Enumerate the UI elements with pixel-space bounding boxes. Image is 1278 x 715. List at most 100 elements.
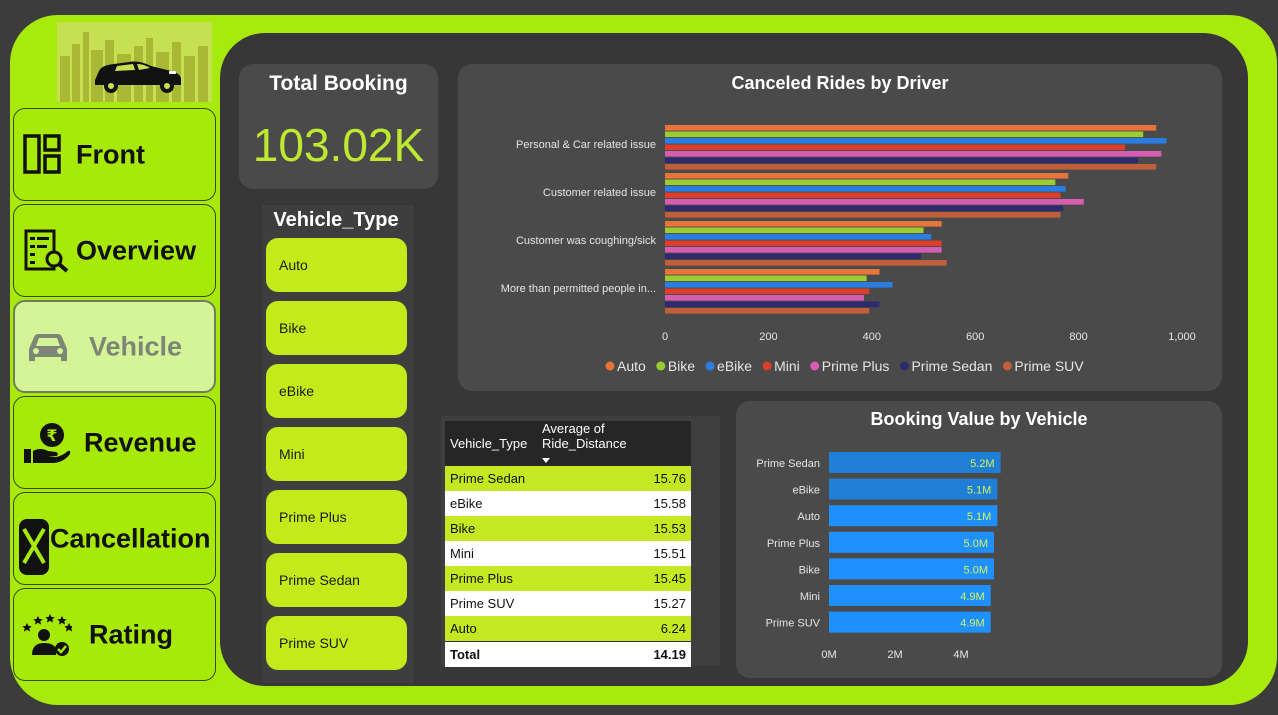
svg-text:₹: ₹ (46, 428, 57, 445)
category-label: Customer was coughing/sick (516, 235, 657, 247)
sort-descending-icon (542, 458, 550, 463)
bar (665, 157, 1139, 164)
table-row: Prime SUV 15.27 (445, 591, 691, 616)
slicer-option-auto[interactable]: Auto (266, 238, 407, 292)
bar (665, 138, 1167, 144)
slicer-option-ebike[interactable]: eBike (266, 364, 407, 418)
table-cell-distance: 15.76 (537, 466, 691, 491)
legend-label: Mini (774, 358, 800, 374)
bar (665, 192, 1061, 199)
nav-vehicle[interactable]: Vehicle (13, 300, 216, 393)
x-tick-label: 2M (887, 649, 902, 661)
nav-overview[interactable]: Overview (13, 204, 216, 297)
category-label: Mini (800, 591, 820, 603)
nav-revenue-label: Revenue (84, 427, 197, 457)
legend-label: Bike (668, 358, 695, 374)
nav-rating[interactable]: Rating (13, 588, 216, 681)
table-cell-distance: 15.53 (537, 516, 691, 541)
bar (665, 164, 1157, 170)
table-row: Prime Sedan 15.76 (445, 466, 691, 491)
bar (665, 212, 1061, 218)
legend-marker (705, 361, 715, 371)
rupee-hand-icon: ₹ (22, 421, 72, 465)
bar (665, 131, 1144, 138)
bar (665, 308, 870, 314)
data-label: 5.0M (964, 538, 988, 550)
table-total-label: Total (445, 641, 537, 667)
slicer-option-bike[interactable]: Bike (266, 301, 407, 355)
bar (665, 144, 1126, 151)
category-label: Prime SUV (766, 618, 821, 630)
legend-label: Auto (617, 358, 646, 374)
nav-rating-label: Rating (89, 619, 173, 649)
table-row: Bike 15.53 (445, 516, 691, 541)
legend-marker (762, 361, 772, 371)
dashboard-layout-icon (22, 133, 72, 177)
table-cell-vehicle: eBike (445, 491, 537, 516)
x-tick-label: 800 (1069, 331, 1087, 343)
bar (665, 125, 1157, 131)
bar (665, 240, 942, 247)
slicer-option-mini[interactable]: Mini (266, 427, 407, 481)
bar (665, 275, 867, 282)
booking-value-chart: Prime Sedan 5.2M eBike 5.1M Auto 5.1M Prime Pl… (756, 452, 1001, 661)
column-header-vehicle-type[interactable]: Vehicle_Type (445, 421, 537, 466)
table-cell-vehicle: Mini (445, 541, 537, 566)
bar (665, 253, 921, 260)
slicer-option-prime-sedan[interactable]: Prime Sedan (266, 553, 407, 607)
legend-label: eBike (717, 358, 752, 374)
nav-revenue[interactable]: ₹ Revenue (13, 396, 216, 489)
legend-marker (899, 361, 909, 371)
car-icon (23, 325, 73, 369)
slicer-title: Vehicle_Type (273, 209, 399, 231)
data-label: 4.9M (960, 591, 984, 603)
column-header-avg-distance[interactable]: Average of Ride_Distance (537, 421, 691, 466)
x-tick-label: 200 (759, 331, 777, 343)
bar (665, 151, 1162, 157)
table-cell-distance: 15.51 (537, 541, 691, 566)
nav-cancellation-label: Cancellation (50, 523, 211, 553)
city-car-logo-icon (60, 32, 208, 102)
kpi-title: Total Booking (269, 72, 408, 95)
nav-front[interactable]: Front (13, 108, 216, 201)
bar (665, 301, 880, 308)
x-tick-label: 0M (821, 649, 836, 661)
bar (665, 234, 932, 240)
bar (665, 227, 924, 234)
table-header-row: Vehicle_Type Average of Ride_Distance (445, 421, 691, 466)
x-tick-label: 400 (863, 331, 881, 343)
bar (665, 199, 1084, 205)
bar (665, 221, 942, 227)
category-label: Bike (799, 564, 820, 576)
nav-vehicle-label: Vehicle (89, 331, 183, 361)
nav-front-label: Front (76, 139, 145, 169)
data-label: 5.1M (967, 511, 991, 523)
x-tick-label: 600 (966, 331, 984, 343)
x-tick-label: 4M (953, 649, 968, 661)
total-booking-card: Total Booking 103.02K (239, 64, 438, 189)
table-row: eBike 15.58 (445, 491, 691, 516)
legend-marker (656, 361, 666, 371)
legend-marker (605, 361, 615, 371)
nav-cancellation[interactable]: Cancellation (13, 492, 216, 585)
table-cell-vehicle: Auto (445, 616, 537, 642)
category-label: Prime Sedan (756, 458, 820, 470)
x-tick-label: 0 (662, 331, 668, 343)
data-label: 5.2M (970, 458, 994, 470)
stars-user-icon (22, 613, 74, 657)
category-label: eBike (792, 485, 820, 497)
slicer-option-prime-suv[interactable]: Prime SUV (266, 616, 407, 670)
table-cell-vehicle: Prime SUV (445, 591, 537, 616)
table-cell-distance: 6.24 (537, 616, 691, 642)
category-label: Personal & Car related issue (516, 139, 656, 151)
table-cell-vehicle: Prime Sedan (445, 466, 537, 491)
bar (665, 173, 1069, 179)
slicer-option-prime-plus[interactable]: Prime Plus (266, 490, 407, 544)
bar (665, 247, 942, 253)
legend-label: Prime Plus (822, 358, 890, 374)
category-label: Auto (797, 511, 820, 523)
brand-logo (57, 22, 212, 102)
document-search-icon (22, 229, 72, 273)
table-cell-distance: 15.58 (537, 491, 691, 516)
table-total-value: 14.19 (537, 641, 691, 667)
